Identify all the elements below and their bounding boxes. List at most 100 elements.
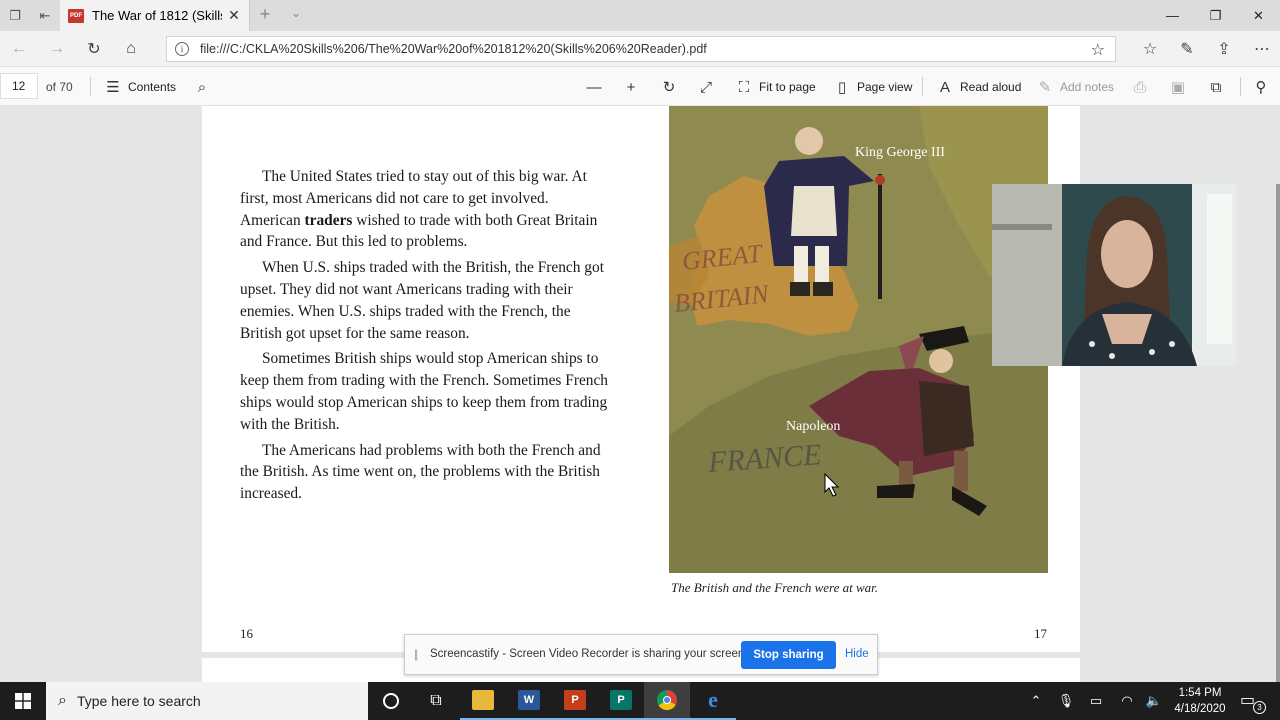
- save-as-button[interactable]: ⧉: [1207, 76, 1225, 98]
- restore-icon[interactable]: ❐: [1194, 0, 1237, 31]
- cortana-button[interactable]: [368, 682, 414, 720]
- chrome-icon: [657, 690, 677, 710]
- chrome-button[interactable]: [644, 682, 690, 720]
- page-view-button[interactable]: ▯ Page view: [833, 76, 913, 98]
- body-text: The United States tried to stay out of t…: [240, 166, 610, 509]
- search-icon: ⌕: [58, 692, 67, 709]
- favorites-icon[interactable]: ☆: [1138, 38, 1162, 60]
- fullscreen-button[interactable]: ⤢: [697, 76, 715, 98]
- stop-sharing-button[interactable]: Stop sharing: [741, 641, 836, 669]
- powerpoint-button[interactable]: P: [552, 682, 598, 720]
- print-button[interactable]: ⎙: [1131, 76, 1149, 98]
- task-view-icon: ⧉: [430, 692, 442, 709]
- share-icon[interactable]: ⇪: [1212, 38, 1236, 60]
- taskbar-search-field[interactable]: ⌕ Type here to search: [46, 682, 368, 720]
- word-button[interactable]: W: [506, 682, 552, 720]
- task-view-button[interactable]: ⧉: [413, 682, 459, 720]
- search-button[interactable]: ⌕: [193, 76, 211, 98]
- publisher-button[interactable]: P: [598, 682, 644, 720]
- expand-icon: ⤢: [699, 78, 712, 96]
- tab-preview-chevron-icon[interactable]: ⌄: [286, 6, 306, 20]
- new-tab-icon[interactable]: +: [255, 4, 275, 25]
- close-window-icon[interactable]: ✕: [1237, 0, 1280, 31]
- url-field[interactable]: i file:///C:/CKLA%20Skills%206/The%20War…: [166, 36, 1116, 62]
- forward-icon[interactable]: →: [45, 38, 69, 60]
- toolbar-divider: [90, 77, 91, 96]
- left-page-number: 16: [240, 626, 253, 641]
- paragraph-1: The United States tried to stay out of t…: [240, 168, 598, 251]
- edge-button[interactable]: e: [690, 682, 736, 720]
- volume-icon[interactable]: 🔈: [1144, 682, 1164, 720]
- bold-term: traders: [304, 211, 353, 229]
- back-icon[interactable]: ←: [7, 38, 31, 60]
- fit-to-page-button[interactable]: ⛶ Fit to page: [735, 76, 816, 98]
- scrollbar[interactable]: [1276, 184, 1280, 682]
- page-number-input[interactable]: 12: [0, 73, 38, 99]
- paragraph-3: Sometimes British ships would stop Ameri…: [240, 350, 609, 433]
- read-aloud-button[interactable]: A Read aloud: [936, 76, 1021, 98]
- file-explorer-button[interactable]: [460, 682, 506, 720]
- paragraph-4: The Americans had problems with both the…: [240, 441, 601, 503]
- pdf-toolbar: 12 of 70 ☰ Contents ⌕ — + ↻ ⤢ ⛶ Fit to p…: [0, 67, 1280, 106]
- zoom-in-button[interactable]: +: [622, 76, 640, 98]
- hide-button[interactable]: Hide: [845, 648, 869, 660]
- fit-page-icon: ⛶: [738, 78, 750, 96]
- rotate-icon: ↻: [662, 79, 676, 96]
- zoom-out-button[interactable]: —: [585, 76, 603, 98]
- home-icon[interactable]: ⌂: [119, 38, 143, 60]
- battery-icon[interactable]: ▭: [1086, 682, 1106, 720]
- save-as-icon: ⧉: [1210, 78, 1222, 96]
- word-icon: W: [518, 690, 540, 710]
- toolbar-divider: [922, 77, 923, 96]
- contents-label: Contents: [128, 80, 177, 94]
- add-notes-label: Add notes: [1060, 80, 1115, 94]
- add-notes-button[interactable]: ✎ Add notes: [1036, 76, 1114, 98]
- unpin-toolbar-button[interactable]: ⚲: [1252, 76, 1270, 98]
- show-hidden-icons-chevron-icon[interactable]: ⌃: [1026, 682, 1046, 720]
- fit-to-page-label: Fit to page: [759, 80, 816, 94]
- action-center-icon[interactable]: ▭ 3: [1240, 690, 1266, 714]
- drag-handle-icon[interactable]: ||: [414, 647, 418, 661]
- pen-icon: ✎: [1038, 79, 1052, 96]
- tab-title: The War of 1812 (Skills 6: [92, 8, 222, 23]
- start-button[interactable]: [0, 682, 46, 720]
- edge-icon: e: [708, 687, 718, 712]
- clock-time: 1:54 PM: [1178, 687, 1222, 699]
- list-icon: ☰: [106, 79, 120, 96]
- page-view-icon: ▯: [837, 79, 847, 96]
- rotate-button[interactable]: ↻: [660, 76, 678, 98]
- clock[interactable]: 1:54 PM 4/18/2020: [1166, 685, 1234, 717]
- close-tab-icon[interactable]: ✕: [226, 7, 242, 24]
- publisher-icon: P: [610, 690, 632, 710]
- minimize-icon[interactable]: —: [1151, 0, 1194, 31]
- pdf-icon: PDF: [68, 8, 84, 23]
- save-button[interactable]: ▣: [1169, 76, 1187, 98]
- browser-tab-active[interactable]: PDF The War of 1812 (Skills 6 ✕: [60, 0, 250, 31]
- clock-date: 4/18/2020: [1174, 703, 1226, 715]
- webcam-overlay[interactable]: [992, 184, 1236, 366]
- right-page-number: 17: [1034, 626, 1047, 641]
- favorite-star-icon[interactable]: ☆: [1091, 40, 1105, 60]
- contents-button[interactable]: ☰ Contents: [104, 76, 176, 98]
- folder-icon: [472, 690, 494, 710]
- web-note-icon[interactable]: ✎: [1175, 38, 1199, 60]
- cortana-icon: [383, 693, 399, 709]
- site-info-icon[interactable]: i: [175, 42, 189, 56]
- print-icon: ⎙: [1133, 78, 1146, 96]
- search-icon: ⌕: [197, 78, 207, 96]
- minus-icon: —: [586, 78, 602, 96]
- illustration-caption: The British and the French were at war.: [671, 580, 879, 595]
- save-icon: ▣: [1170, 79, 1186, 96]
- more-menu-icon[interactable]: ⋯: [1250, 38, 1274, 60]
- paragraph-2: When U.S. ships traded with the British,…: [240, 259, 604, 342]
- king-label: King George III: [855, 145, 945, 160]
- set-aside-tabs-icon[interactable]: ⇤: [35, 6, 55, 26]
- refresh-icon[interactable]: ↻: [82, 38, 106, 60]
- url-text: file:///C:/CKLA%20Skills%206/The%20War%2…: [200, 42, 707, 56]
- toolbar-divider: [1240, 77, 1241, 96]
- notification-count: 3: [1253, 701, 1266, 714]
- sharing-message: Screencastify - Screen Video Recorder is…: [430, 648, 748, 660]
- wifi-icon[interactable]: ◠: [1116, 682, 1138, 720]
- tab-manager-icon[interactable]: ❐: [5, 6, 25, 26]
- microphone-icon[interactable]: 🎙: [1056, 682, 1076, 720]
